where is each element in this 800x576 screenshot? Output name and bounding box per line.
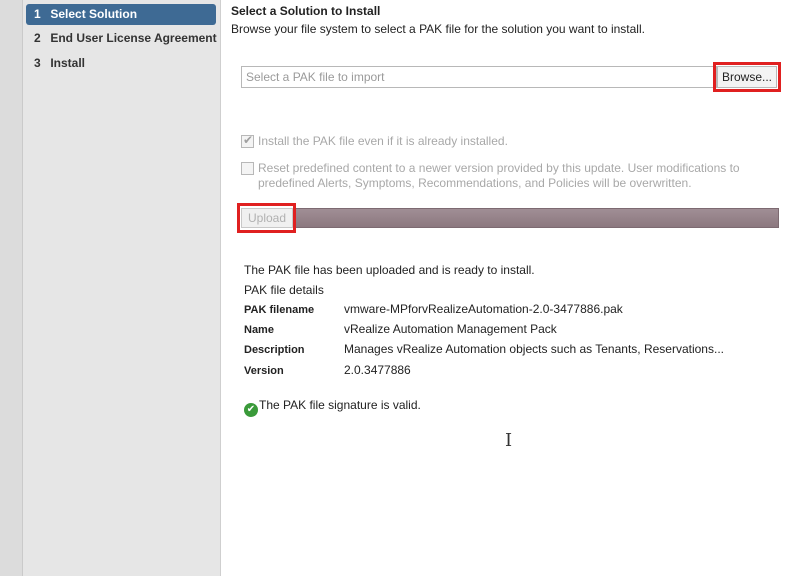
wizard-steps-panel: 1 Select Solution 2 End User License Agr… (0, 0, 221, 576)
reset-content-label: Reset predefined content to a newer vers… (258, 161, 740, 190)
detail-value: vRealize Automation Management Pack (344, 322, 557, 336)
details-heading: PAK file details (244, 283, 324, 297)
step-number: 2 (34, 31, 41, 45)
step-label: Install (50, 56, 86, 70)
step-label: Select Solution (50, 7, 138, 21)
step-install[interactable]: 3 Install (26, 53, 216, 74)
text-cursor-icon: I (505, 430, 513, 451)
signature-status: ✔ The PAK file signature is valid. (244, 398, 421, 417)
check-circle-icon: ✔ (244, 403, 258, 417)
detail-value: Manages vRealize Automation objects such… (344, 342, 724, 356)
detail-key: Name (244, 324, 274, 336)
detail-row-description: Description Manages vRealize Automation … (244, 342, 774, 360)
detail-value: vmware-MPforvRealizeAutomation-2.0-34778… (344, 302, 623, 316)
detail-key: Version (244, 365, 284, 377)
step-label: End User License Agreement (50, 31, 217, 45)
detail-key: Description (244, 344, 305, 356)
step-select-solution[interactable]: 1 Select Solution (26, 4, 216, 25)
detail-row-name: Name vRealize Automation Management Pack (244, 322, 774, 340)
step-number: 1 (34, 7, 41, 21)
browse-button[interactable]: Browse... (717, 66, 777, 88)
detail-row-filename: PAK filename vmware-MPforvRealizeAutomat… (244, 302, 774, 320)
step-eula[interactable]: 2 End User License Agreement (26, 28, 217, 49)
signature-text: The PAK file signature is valid. (259, 398, 421, 412)
force-install-checkbox[interactable]: ✔ (241, 133, 254, 148)
upload-highlight-box (237, 203, 296, 233)
force-install-label: Install the PAK file even if it is alrea… (258, 134, 508, 148)
upload-progress-bar (241, 208, 779, 228)
page-subtitle: Browse your file system to select a PAK … (231, 22, 645, 36)
detail-row-version: Version 2.0.3477886 (244, 363, 774, 381)
upload-status-text: The PAK file has been uploaded and is re… (244, 263, 535, 277)
step-number: 3 (34, 56, 41, 70)
reset-content-checkbox[interactable] (241, 162, 254, 175)
left-strip (0, 0, 23, 576)
checkmark-icon: ✔ (243, 133, 254, 147)
page-title: Select a Solution to Install (231, 4, 381, 18)
detail-value: 2.0.3477886 (344, 363, 411, 377)
pak-file-input[interactable] (241, 66, 717, 88)
main-content: Select a Solution to Install Browse your… (221, 0, 800, 576)
detail-key: PAK filename (244, 304, 315, 316)
